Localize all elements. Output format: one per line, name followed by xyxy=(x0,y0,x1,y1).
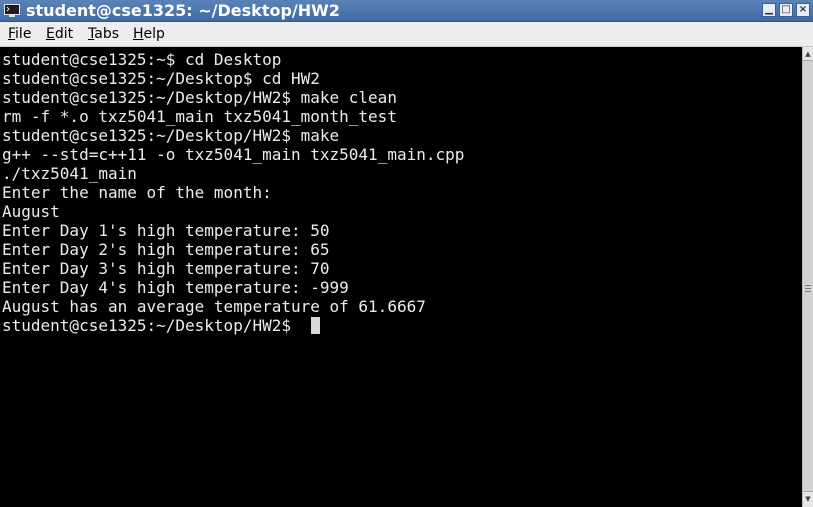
minimize-icon: ▁ xyxy=(765,4,773,15)
vertical-scrollbar[interactable]: ▲ ▼ xyxy=(802,47,813,507)
terminal-line: ./txz5041_main xyxy=(2,164,137,183)
terminal-line: August xyxy=(2,202,60,221)
terminal-line: student@cse1325:~/Desktop/HW2$ make clea… xyxy=(2,88,397,107)
terminal-line: student@cse1325:~/Desktop/HW2$ make xyxy=(2,126,340,145)
terminal-line: Enter Day 2's high temperature: 65 xyxy=(2,240,330,259)
minimize-button[interactable]: ▁ xyxy=(762,3,776,17)
menu-edit[interactable]: Edit xyxy=(46,26,73,43)
terminal-output[interactable]: student@cse1325:~$ cd Desktop student@cs… xyxy=(0,47,802,507)
maximize-button[interactable]: □ xyxy=(779,3,793,17)
terminal-line: Enter the name of the month: xyxy=(2,183,272,202)
grip-icon xyxy=(805,285,811,293)
close-icon: × xyxy=(798,4,808,15)
scroll-up-icon[interactable]: ▲ xyxy=(804,49,812,59)
menu-tabs[interactable]: Tabs xyxy=(88,26,119,43)
menu-bar: File Edit Tabs Help xyxy=(0,22,813,47)
terminal-line: August has an average temperature of 61.… xyxy=(2,297,426,316)
close-button[interactable]: × xyxy=(796,3,810,17)
terminal-line: Enter Day 1's high temperature: 50 xyxy=(2,221,330,240)
terminal-prompt: student@cse1325:~/Desktop/HW2$ xyxy=(2,316,301,335)
terminal-window: student@cse1325: ~/Desktop/HW2 ▁ □ × Fil… xyxy=(0,0,813,507)
terminal-line: student@cse1325:~$ cd Desktop xyxy=(2,50,282,69)
title-bar[interactable]: student@cse1325: ~/Desktop/HW2 ▁ □ × xyxy=(0,0,813,22)
terminal-line: student@cse1325:~/Desktop$ cd HW2 xyxy=(2,69,320,88)
terminal-line: Enter Day 4's high temperature: -999 xyxy=(2,278,349,297)
text-cursor xyxy=(311,317,320,334)
terminal-line: Enter Day 3's high temperature: 70 xyxy=(2,259,330,278)
menu-help[interactable]: Help xyxy=(133,26,165,43)
window-title: student@cse1325: ~/Desktop/HW2 xyxy=(26,1,340,20)
terminal-line: g++ --std=c++11 -o txz5041_main txz5041_… xyxy=(2,145,465,164)
terminal-icon xyxy=(4,4,20,17)
scroll-down-icon[interactable]: ▼ xyxy=(804,494,812,504)
terminal-line: rm -f *.o txz5041_main txz5041_month_tes… xyxy=(2,107,397,126)
maximize-icon: □ xyxy=(781,4,791,15)
scroll-thumb[interactable] xyxy=(803,60,813,492)
menu-file[interactable]: File xyxy=(8,26,31,43)
